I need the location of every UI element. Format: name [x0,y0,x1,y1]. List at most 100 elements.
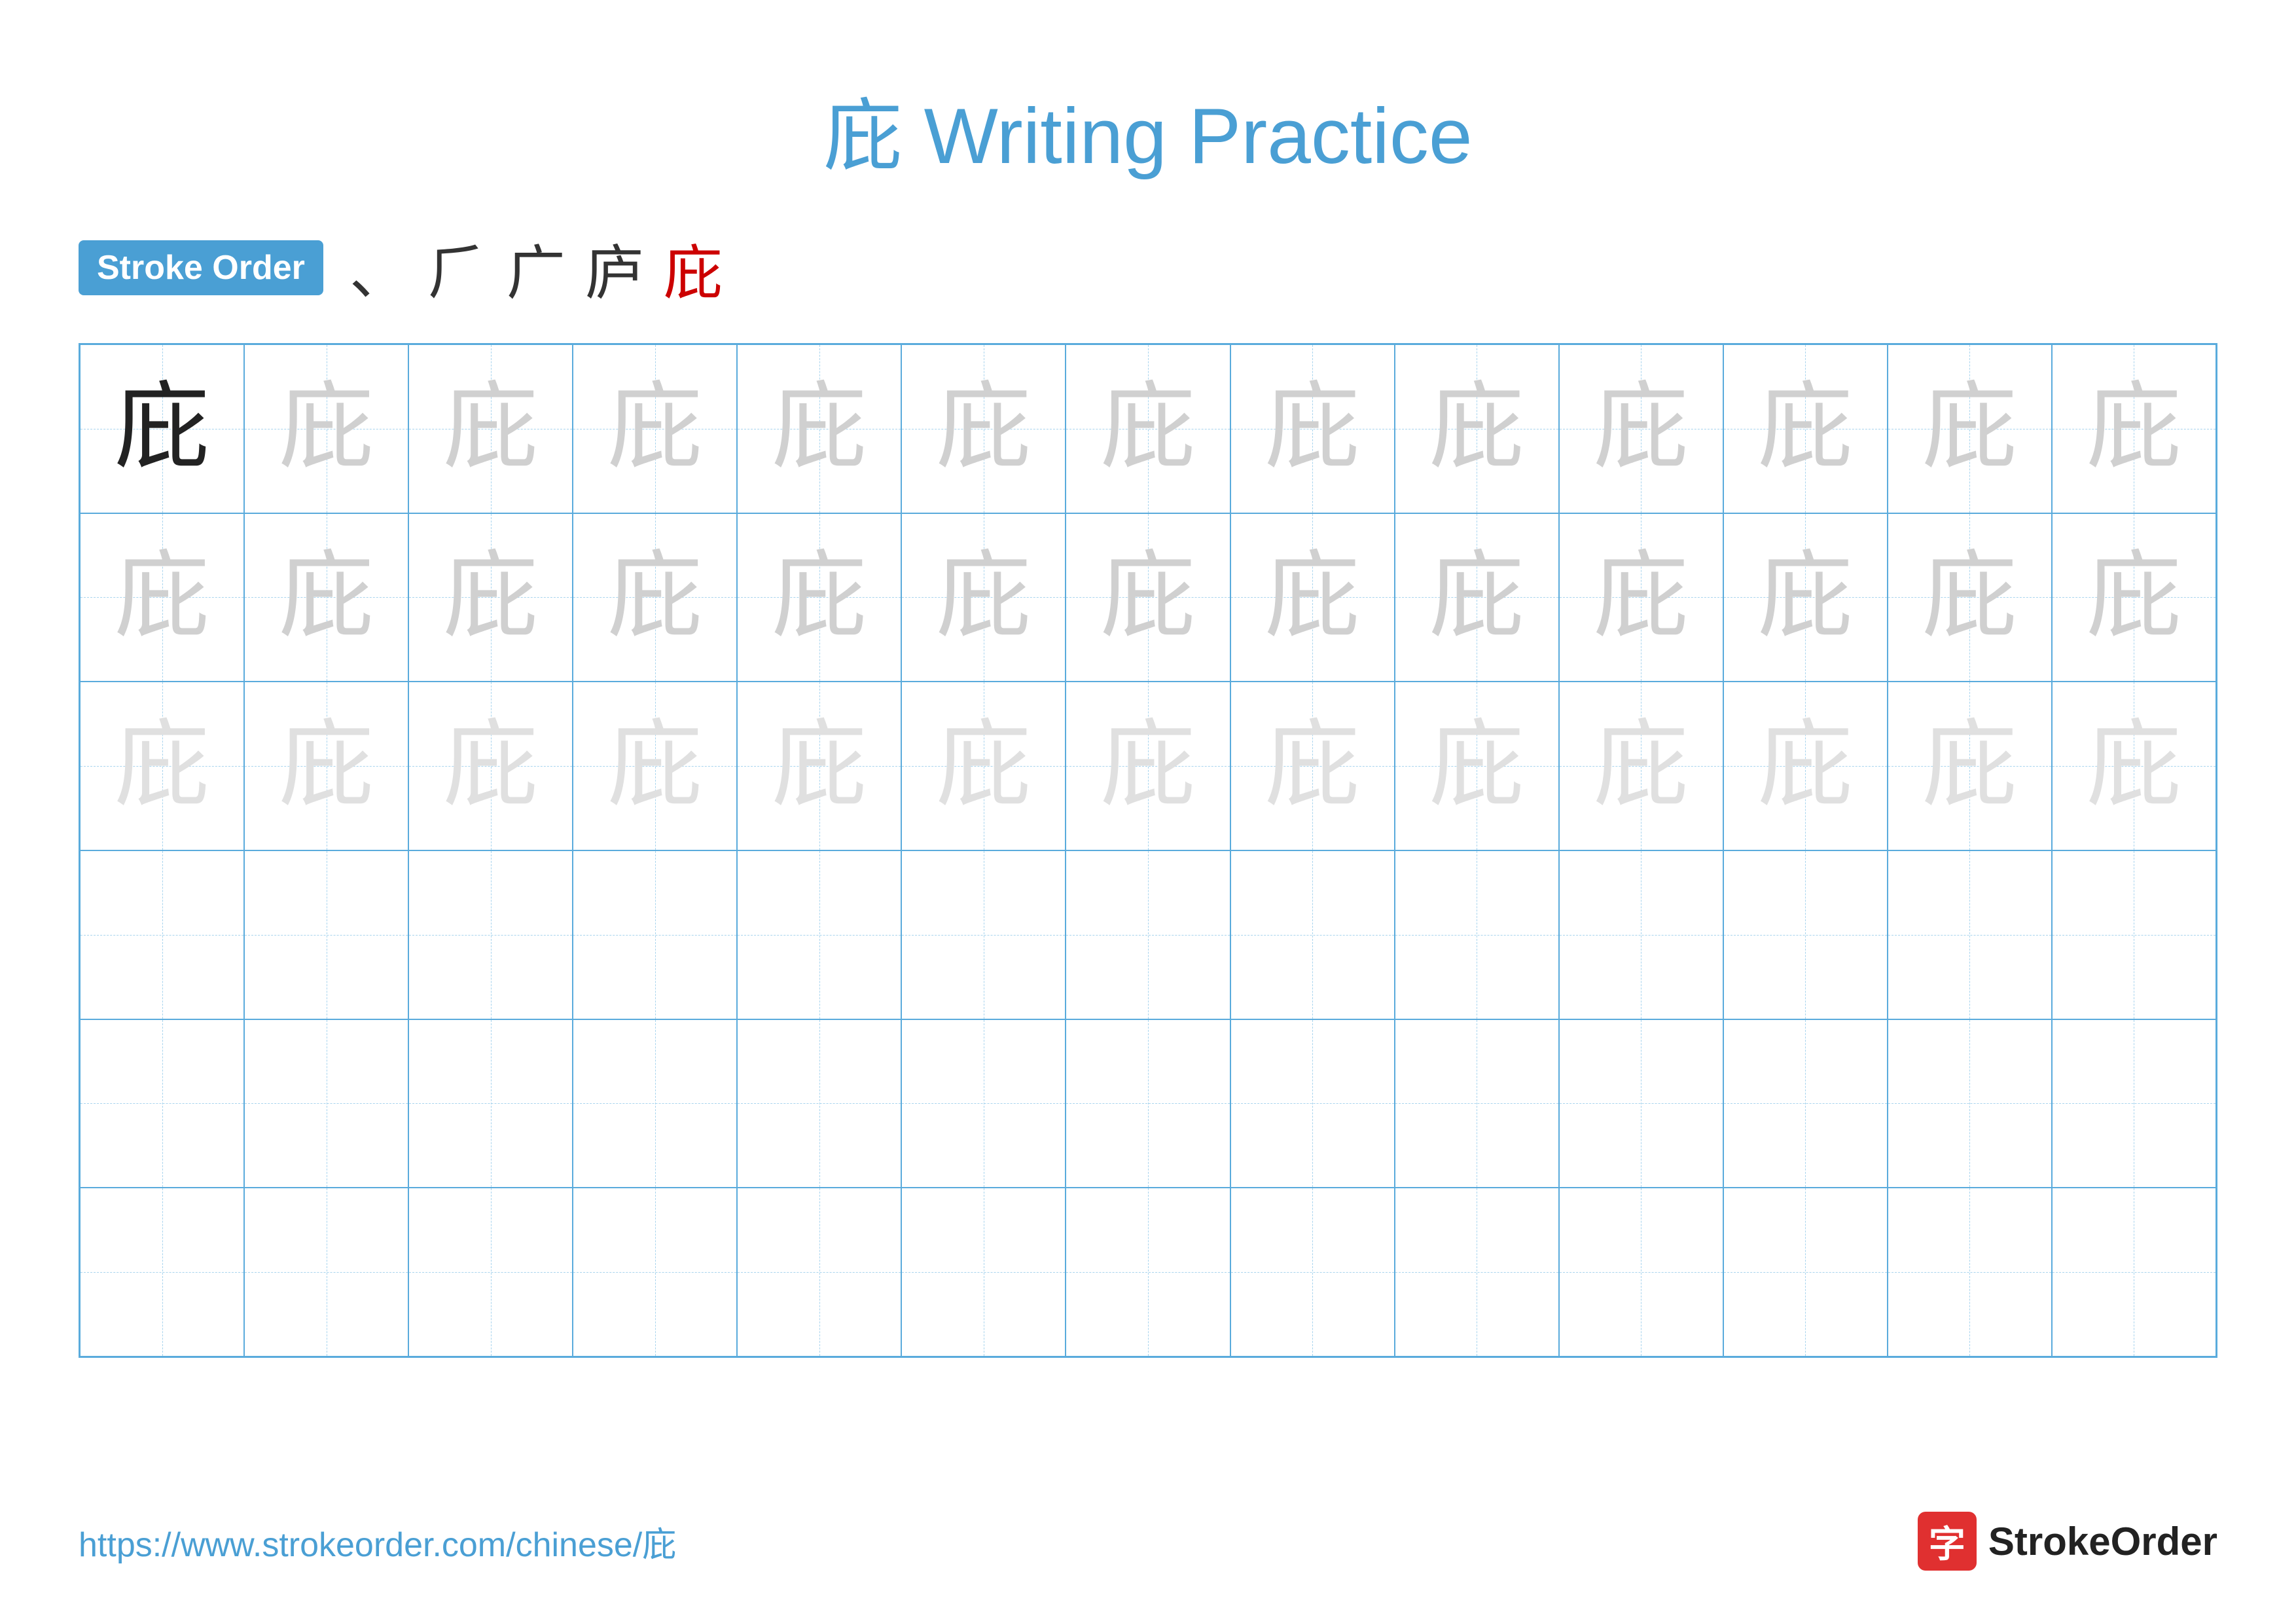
char-lighter: 庇 [1758,719,1853,814]
char-light: 庇 [607,381,702,476]
char-light: 庇 [607,550,702,645]
grid-cell[interactable]: 庇 [573,513,737,682]
grid-cell-empty[interactable] [80,1188,244,1357]
char-light: 庇 [1758,550,1853,645]
grid-cell[interactable]: 庇 [408,344,573,513]
grid-cell[interactable]: 庇 [2052,344,2216,513]
grid-cell-empty[interactable] [573,850,737,1019]
grid-cell-empty[interactable] [1888,850,2052,1019]
grid-cell[interactable]: 庇 [573,344,737,513]
char-light: 庇 [1429,381,1524,476]
grid-cell-empty[interactable] [80,850,244,1019]
grid-cell[interactable]: 庇 [244,513,408,682]
grid-cell[interactable]: 庇 [1888,513,2052,682]
grid-cell-empty[interactable] [1395,850,1559,1019]
char-dark: 庇 [115,381,209,476]
char-light: 庇 [1265,381,1360,476]
grid-cell-empty[interactable] [1723,1188,1888,1357]
grid-cell-empty[interactable] [2052,850,2216,1019]
grid-cell[interactable]: 庇 [80,513,244,682]
grid-cell[interactable]: 庇 [1723,682,1888,850]
grid-cell[interactable]: 庇 [1559,682,1723,850]
grid-cell[interactable]: 庇 [737,513,901,682]
grid-cell-empty[interactable] [1723,850,1888,1019]
grid-cell-empty[interactable] [1230,850,1395,1019]
grid-cell-empty[interactable] [573,1188,737,1357]
grid-cell-empty[interactable] [1888,1019,2052,1188]
grid-cell-empty[interactable] [2052,1188,2216,1357]
grid-cell-empty[interactable] [408,1019,573,1188]
grid-cell[interactable]: 庇 [1230,344,1395,513]
grid-cell[interactable]: 庇 [1888,344,2052,513]
grid-cell-empty[interactable] [1230,1019,1395,1188]
char-lighter: 庇 [1100,719,1195,814]
grid-cell[interactable]: 庇 [244,344,408,513]
grid-cell[interactable]: 庇 [737,344,901,513]
grid-cell[interactable]: 庇 [737,682,901,850]
grid-cell-empty[interactable] [1066,1188,1230,1357]
footer: https://www.strokeorder.com/chinese/庇 字 … [79,1512,2217,1571]
footer-url: https://www.strokeorder.com/chinese/庇 [79,1517,676,1566]
char-lighter: 庇 [936,719,1031,814]
grid-cell[interactable]: 庇 [1066,344,1230,513]
char-light: 庇 [1594,381,1689,476]
char-lighter: 庇 [607,719,702,814]
grid-cell-empty[interactable] [1395,1188,1559,1357]
char-light: 庇 [1922,381,2017,476]
grid-cell[interactable]: 庇 [1395,682,1559,850]
char-lighter: 庇 [443,719,538,814]
grid-cell-empty[interactable] [1066,1019,1230,1188]
grid-cell-empty[interactable] [408,1188,573,1357]
grid-cell[interactable]: 庇 [901,513,1066,682]
grid-cell-empty[interactable] [901,1019,1066,1188]
grid-cell-empty[interactable] [408,850,573,1019]
grid-cell[interactable]: 庇 [1723,513,1888,682]
char-light: 庇 [1100,381,1195,476]
grid-cell[interactable]: 庇 [901,682,1066,850]
grid-cell[interactable]: 庇 [1230,513,1395,682]
grid-cell[interactable]: 庇 [80,344,244,513]
grid-cell-empty[interactable] [1559,1019,1723,1188]
grid-cell-empty[interactable] [1066,850,1230,1019]
char-light: 庇 [279,381,374,476]
grid-cell-empty[interactable] [1723,1019,1888,1188]
grid-cell[interactable]: 庇 [1395,344,1559,513]
grid-cell[interactable]: 庇 [2052,682,2216,850]
char-light: 庇 [1594,550,1689,645]
grid-cell-empty[interactable] [1395,1019,1559,1188]
grid-cell-empty[interactable] [1888,1188,2052,1357]
grid-cell-empty[interactable] [80,1019,244,1188]
grid-cell[interactable]: 庇 [1888,682,2052,850]
grid-cell-empty[interactable] [737,850,901,1019]
grid-cell-empty[interactable] [901,850,1066,1019]
char-light: 庇 [1265,550,1360,645]
grid-cell-empty[interactable] [244,850,408,1019]
grid-cell-empty[interactable] [244,1188,408,1357]
grid-cell[interactable]: 庇 [901,344,1066,513]
grid-cell-empty[interactable] [1559,850,1723,1019]
char-lighter: 庇 [772,719,867,814]
grid-cell-empty[interactable] [901,1188,1066,1357]
grid-cell-empty[interactable] [737,1188,901,1357]
grid-cell[interactable]: 庇 [1066,513,1230,682]
grid-cell[interactable]: 庇 [408,682,573,850]
grid-cell[interactable]: 庇 [1723,344,1888,513]
grid-cell[interactable]: 庇 [80,682,244,850]
grid-cell[interactable]: 庇 [1395,513,1559,682]
grid-cell[interactable]: 庇 [244,682,408,850]
stroke-5: 庇 [664,225,723,310]
grid-cell[interactable]: 庇 [1559,344,1723,513]
grid-cell[interactable]: 庇 [1066,682,1230,850]
grid-cell-empty[interactable] [573,1019,737,1188]
grid-cell[interactable]: 庇 [2052,513,2216,682]
grid-cell[interactable]: 庇 [573,682,737,850]
grid-cell[interactable]: 庇 [408,513,573,682]
stroke-sequence: 、 ⺁ 广 庐 庇 [350,225,723,310]
grid-cell[interactable]: 庇 [1559,513,1723,682]
grid-cell-empty[interactable] [244,1019,408,1188]
grid-cell[interactable]: 庇 [1230,682,1395,850]
grid-cell-empty[interactable] [1559,1188,1723,1357]
grid-cell-empty[interactable] [737,1019,901,1188]
grid-cell-empty[interactable] [2052,1019,2216,1188]
grid-cell-empty[interactable] [1230,1188,1395,1357]
